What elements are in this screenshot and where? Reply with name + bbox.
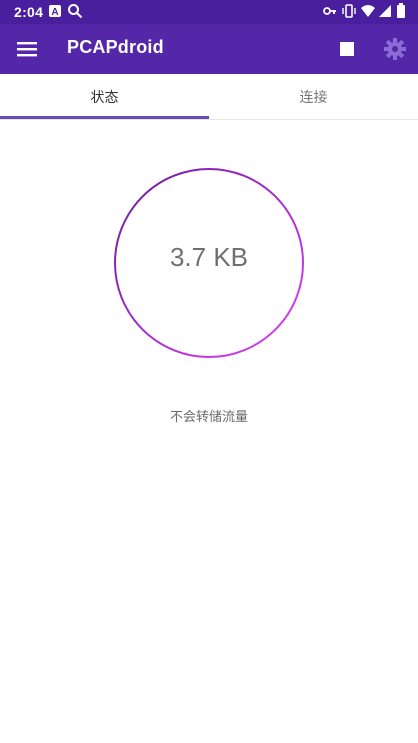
vibrate-icon: [341, 3, 357, 19]
tab-connections[interactable]: 连接: [209, 74, 418, 120]
tab-status[interactable]: 状态: [0, 74, 209, 120]
settings-button[interactable]: [381, 35, 409, 63]
menu-icon[interactable]: [14, 36, 40, 62]
traffic-total-value: 3.7 KB: [169, 242, 249, 272]
wifi-icon: [360, 3, 376, 19]
vpn-key-icon: [323, 3, 337, 19]
app-bar: PCAPdroid: [0, 24, 418, 74]
tab-status-label: 状态: [90, 90, 119, 106]
stop-capture-button[interactable]: [333, 35, 361, 63]
app-title: PCAPdroid: [67, 37, 164, 57]
svg-text:A: A: [51, 7, 58, 18]
battery-icon: [396, 3, 406, 19]
search-notification-icon: [67, 3, 83, 19]
tab-connections-label: 连接: [299, 90, 328, 106]
tab-bar: 状态 连接: [0, 74, 418, 120]
signal-icon: [378, 3, 392, 19]
tab-divider: [0, 119, 418, 120]
a-notification-icon: A: [48, 3, 62, 19]
gear-icon: [384, 38, 406, 60]
status-bar: 2:04 A: [0, 0, 418, 24]
stop-icon: [340, 42, 354, 56]
status-time: 2:04: [14, 4, 44, 20]
dump-mode-status: 不会转储流量: [169, 410, 248, 425]
